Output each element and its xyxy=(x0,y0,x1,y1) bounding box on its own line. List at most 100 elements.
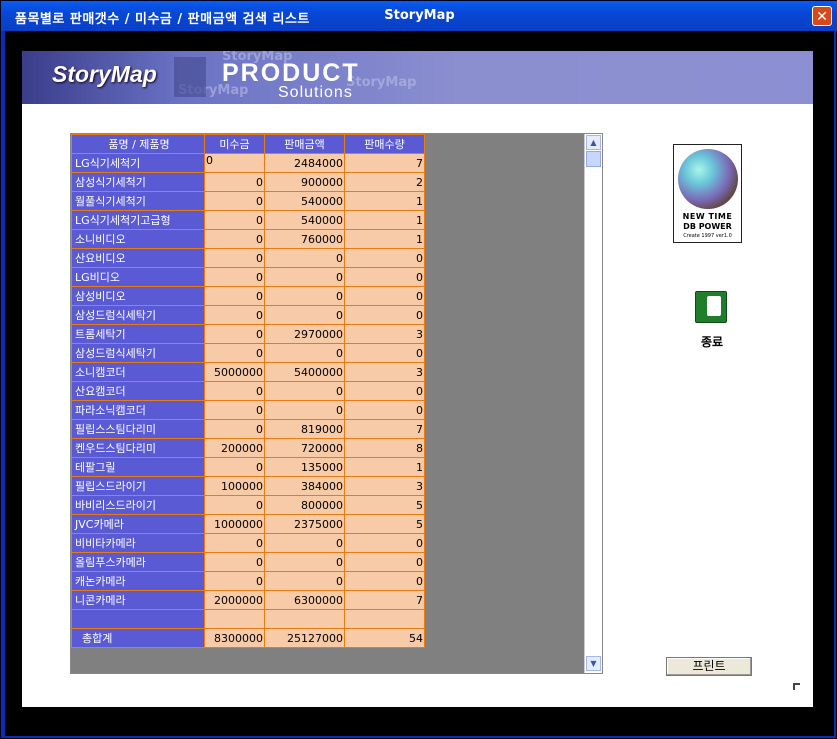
data-grid[interactable]: 품명 / 제품명 미수금 판매금액 판매수량 LG식기세척기 0 2484000 7 삼… xyxy=(70,133,603,674)
row-unpaid-cell[interactable]: 8300000 xyxy=(204,628,265,648)
row-sales-cell[interactable]: 0 xyxy=(264,286,345,306)
row-qty-cell[interactable]: 0 xyxy=(344,533,425,553)
row-unpaid-cell[interactable]: 0 xyxy=(204,210,265,230)
row-name-cell[interactable]: JVC카메라 xyxy=(71,514,205,534)
table-row[interactable]: 필립스스팀다리미 0 819000 7 xyxy=(71,419,425,439)
column-header-sales[interactable]: 판매금액 xyxy=(264,134,345,154)
row-name-cell[interactable]: LG식기세척기고급형 xyxy=(71,210,205,230)
row-unpaid-cell[interactable]: 0 xyxy=(204,172,265,192)
row-qty-cell[interactable]: 3 xyxy=(344,476,425,496)
row-qty-cell[interactable]: 3 xyxy=(344,324,425,344)
row-unpaid-cell[interactable]: 0 xyxy=(204,381,265,401)
table-row[interactable]: 바비리스드라이기 0 800000 5 xyxy=(71,495,425,515)
row-name-cell[interactable] xyxy=(71,609,205,629)
row-sales-cell[interactable]: 540000 xyxy=(264,210,345,230)
table-row[interactable]: 켄우드스팀다리미 200000 720000 8 xyxy=(71,438,425,458)
row-name-cell[interactable]: 산요캠코더 xyxy=(71,381,205,401)
table-row[interactable]: 올림푸스카메라 0 0 0 xyxy=(71,552,425,572)
table-row[interactable]: 총합계 8300000 25127000 54 xyxy=(71,628,425,648)
row-sales-cell[interactable]: 0 xyxy=(264,571,345,591)
row-unpaid-cell[interactable]: 0 xyxy=(204,191,265,211)
row-name-cell[interactable]: 산요비디오 xyxy=(71,248,205,268)
row-qty-cell[interactable]: 0 xyxy=(344,286,425,306)
row-unpaid-cell[interactable]: 0 xyxy=(204,248,265,268)
row-unpaid-cell[interactable]: 200000 xyxy=(204,438,265,458)
close-button[interactable]: ✕ xyxy=(812,6,832,26)
table-row[interactable]: 월풀식기세척기 0 540000 1 xyxy=(71,191,425,211)
print-button[interactable]: 프린트 xyxy=(666,657,752,676)
row-sales-cell[interactable]: 0 xyxy=(264,343,345,363)
row-sales-cell[interactable]: 800000 xyxy=(264,495,345,515)
row-unpaid-cell[interactable]: 0 xyxy=(204,229,265,249)
row-qty-cell[interactable]: 5 xyxy=(344,495,425,515)
row-name-cell[interactable]: 삼성식기세척기 xyxy=(71,172,205,192)
table-row[interactable]: 삼성드럼식세탁기 0 0 0 xyxy=(71,305,425,325)
row-sales-cell[interactable]: 540000 xyxy=(264,191,345,211)
row-qty-cell[interactable]: 0 xyxy=(344,248,425,268)
table-row[interactable]: LG식기세척기고급형 0 540000 1 xyxy=(71,210,425,230)
row-sales-cell[interactable]: 0 xyxy=(264,533,345,553)
row-sales-cell[interactable]: 900000 xyxy=(264,172,345,192)
row-name-cell[interactable]: 삼성드럼식세탁기 xyxy=(71,343,205,363)
row-unpaid-cell[interactable]: 0 xyxy=(204,552,265,572)
row-sales-cell[interactable]: 0 xyxy=(264,267,345,287)
table-row[interactable]: 비비타카메라 0 0 0 xyxy=(71,533,425,553)
row-unpaid-cell[interactable]: 0 xyxy=(204,571,265,591)
row-qty-cell[interactable]: 0 xyxy=(344,552,425,572)
row-name-cell[interactable]: 캐논카메라 xyxy=(71,571,205,591)
row-name-cell[interactable]: LG비디오 xyxy=(71,267,205,287)
row-sales-cell[interactable]: 2375000 xyxy=(264,514,345,534)
row-qty-cell[interactable]: 8 xyxy=(344,438,425,458)
vertical-scrollbar[interactable]: ▲ ▼ xyxy=(584,134,602,673)
row-name-cell[interactable]: 올림푸스카메라 xyxy=(71,552,205,572)
row-sales-cell[interactable]: 384000 xyxy=(264,476,345,496)
row-qty-cell[interactable]: 1 xyxy=(344,191,425,211)
row-sales-cell[interactable]: 0 xyxy=(264,400,345,420)
table-row[interactable]: LG식기세척기 0 2484000 7 xyxy=(71,153,425,173)
row-unpaid-cell[interactable]: 0 xyxy=(204,419,265,439)
row-name-cell[interactable]: 파라소닉캠코더 xyxy=(71,400,205,420)
row-qty-cell[interactable]: 0 xyxy=(344,343,425,363)
row-qty-cell[interactable]: 0 xyxy=(344,305,425,325)
row-unpaid-cell[interactable]: 0 xyxy=(204,400,265,420)
row-unpaid-cell[interactable]: 0 xyxy=(204,153,265,173)
scroll-up-button[interactable]: ▲ xyxy=(586,135,601,150)
table-row[interactable]: 파라소닉캠코더 0 0 0 xyxy=(71,400,425,420)
row-qty-cell[interactable]: 1 xyxy=(344,229,425,249)
row-unpaid-cell[interactable]: 0 xyxy=(204,495,265,515)
row-sales-cell[interactable]: 25127000 xyxy=(264,628,345,648)
row-name-cell[interactable]: 바비리스드라이기 xyxy=(71,495,205,515)
table-row[interactable]: JVC카메라 1000000 2375000 5 xyxy=(71,514,425,534)
row-unpaid-cell[interactable]: 1000000 xyxy=(204,514,265,534)
table-row[interactable]: 트롬세탁기 0 2970000 3 xyxy=(71,324,425,344)
row-unpaid-cell[interactable]: 2000000 xyxy=(204,590,265,610)
row-unpaid-cell[interactable]: 0 xyxy=(204,267,265,287)
row-name-cell[interactable]: 비비타카메라 xyxy=(71,533,205,553)
row-sales-cell[interactable]: 2970000 xyxy=(264,324,345,344)
row-unpaid-cell[interactable] xyxy=(204,609,265,629)
row-qty-cell[interactable]: 1 xyxy=(344,210,425,230)
row-sales-cell[interactable]: 0 xyxy=(264,381,345,401)
table-row[interactable]: 캐논카메라 0 0 0 xyxy=(71,571,425,591)
row-unpaid-cell[interactable]: 0 xyxy=(204,343,265,363)
row-name-cell[interactable]: 소니비디오 xyxy=(71,229,205,249)
row-qty-cell[interactable]: 7 xyxy=(344,153,425,173)
row-sales-cell[interactable]: 0 xyxy=(264,552,345,572)
row-unpaid-cell[interactable]: 0 xyxy=(204,324,265,344)
row-name-cell[interactable]: 니콘카메라 xyxy=(71,590,205,610)
row-name-cell[interactable]: 총합계 xyxy=(71,628,205,648)
exit-button[interactable]: 종료 xyxy=(692,291,732,351)
column-header-qty[interactable]: 판매수량 xyxy=(344,134,425,154)
scroll-down-button[interactable]: ▼ xyxy=(586,656,601,671)
table-row[interactable]: 소니캠코더 5000000 5400000 3 xyxy=(71,362,425,382)
table-row[interactable]: LG비디오 0 0 0 xyxy=(71,267,425,287)
row-qty-cell[interactable]: 7 xyxy=(344,590,425,610)
scroll-thumb[interactable] xyxy=(586,151,601,167)
row-sales-cell[interactable]: 6300000 xyxy=(264,590,345,610)
row-name-cell[interactable]: 소니캠코더 xyxy=(71,362,205,382)
table-row[interactable]: 테팔그릴 0 135000 1 xyxy=(71,457,425,477)
row-qty-cell[interactable]: 1 xyxy=(344,457,425,477)
row-unpaid-cell[interactable]: 5000000 xyxy=(204,362,265,382)
row-unpaid-cell[interactable]: 0 xyxy=(204,305,265,325)
row-name-cell[interactable]: LG식기세척기 xyxy=(71,153,205,173)
